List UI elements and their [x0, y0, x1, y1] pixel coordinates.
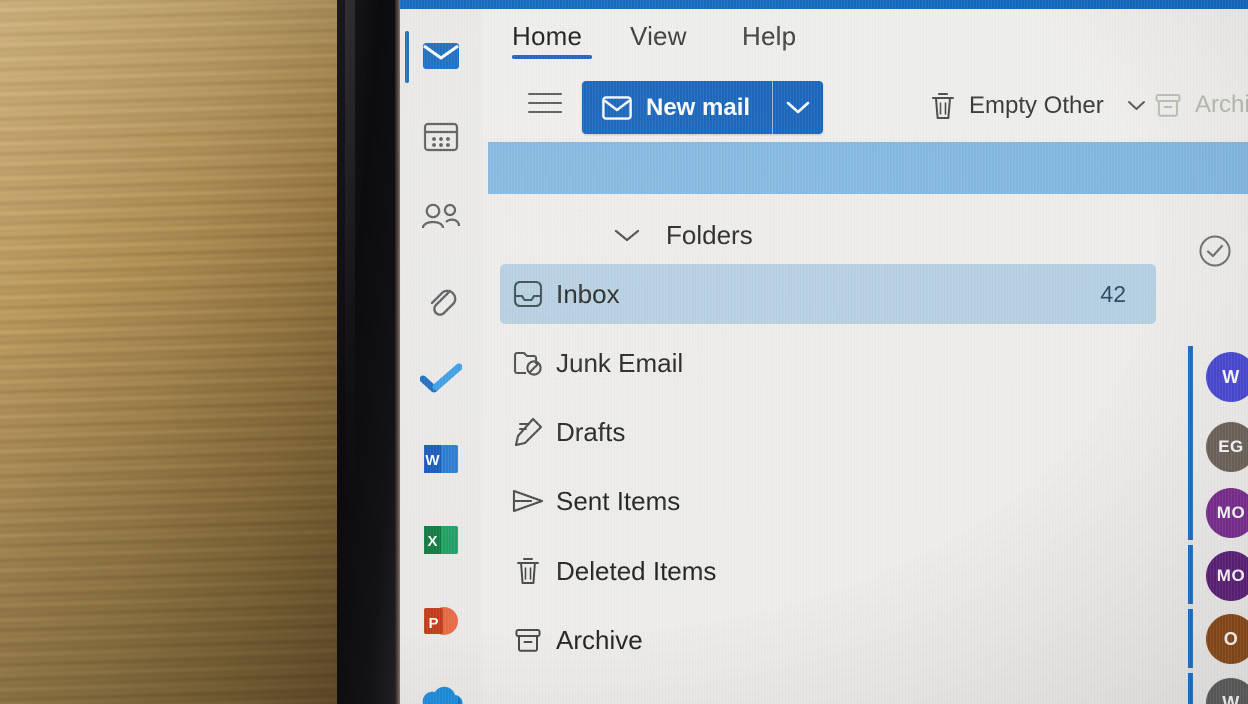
- app-rail-item-excel[interactable]: X: [400, 512, 482, 568]
- calendar-icon: [423, 122, 459, 152]
- archive-label: Archive: [1195, 91, 1248, 118]
- folder-item-sent-items-label: Sent Items: [556, 485, 681, 516]
- message-list-rule-gap: [1188, 668, 1193, 673]
- folder-item-drafts[interactable]: Drafts: [500, 402, 1156, 462]
- tab-home[interactable]: Home: [512, 21, 582, 52]
- avatar[interactable]: O: [1206, 614, 1248, 664]
- tab-home-underline: [512, 55, 592, 59]
- archive-box-icon: [500, 626, 556, 654]
- ribbon-toolbar: New mail Empty Other Archi: [482, 69, 1248, 138]
- folder-item-drafts-label: Drafts: [556, 416, 626, 447]
- avatar[interactable]: W: [1206, 678, 1248, 704]
- check-circle-icon: [1199, 235, 1231, 267]
- tab-help[interactable]: Help: [742, 21, 796, 52]
- wooden-desk-surface: [0, 0, 345, 704]
- svg-text:X: X: [427, 533, 437, 550]
- select-all-button[interactable]: [1198, 234, 1232, 273]
- cloud-icon: [422, 686, 463, 704]
- chevron-down-icon: [614, 229, 640, 241]
- avatar[interactable]: W: [1206, 352, 1248, 402]
- message-list-pane: W EG MO MO O W: [1184, 194, 1248, 704]
- paperclip-icon: [430, 289, 457, 316]
- archive-button[interactable]: Archive: [1154, 91, 1248, 119]
- app-rail-item-calendar[interactable]: [400, 108, 482, 164]
- folders-section-header[interactable]: Folders: [614, 220, 753, 251]
- folder-item-deleted-items-label: Deleted Items: [556, 555, 717, 586]
- folders-header-label: Folders: [666, 220, 753, 250]
- trash-icon: [500, 556, 556, 586]
- empty-other-button[interactable]: Empty Other: [930, 91, 1146, 121]
- avatar-initials: MO: [1216, 566, 1246, 585]
- app-rail-item-mail[interactable]: [400, 28, 482, 84]
- message-list-rule-gap: [1188, 604, 1193, 609]
- tab-view[interactable]: View: [630, 21, 687, 52]
- photo-scene: W X P Home View Help New mail Empty Othe…: [0, 0, 1248, 704]
- monitor-bezel-highlight: [345, 0, 355, 704]
- svg-text:P: P: [428, 615, 438, 632]
- folder-item-archive[interactable]: Archive: [500, 610, 1156, 670]
- send-icon: [500, 488, 556, 514]
- app-rail-item-word[interactable]: W: [400, 431, 482, 487]
- message-list-rule-gap: [1188, 540, 1193, 545]
- outlook-application-window: W X P Home View Help New mail Empty Othe…: [400, 0, 1248, 704]
- new-mail-button[interactable]: New mail: [582, 81, 824, 134]
- folder-item-inbox-count: 42: [1100, 280, 1126, 307]
- excel-icon: X: [424, 526, 458, 554]
- pencil-icon: [500, 417, 556, 447]
- trash-icon: [932, 93, 954, 119]
- folder-item-deleted-items[interactable]: Deleted Items: [500, 541, 1156, 601]
- avatar-initials: MO: [1216, 503, 1246, 522]
- window-titlebar: [400, 0, 1248, 9]
- folder-item-inbox-label: Inbox: [556, 278, 620, 309]
- junk-folder-icon: [500, 349, 556, 377]
- check-icon: [420, 363, 462, 393]
- app-rail-item-onedrive[interactable]: [400, 672, 482, 704]
- archive-box-icon: [1155, 94, 1181, 117]
- mail-icon: [423, 43, 459, 69]
- app-rail-item-people[interactable]: [400, 189, 482, 245]
- folder-item-junk-email[interactable]: Junk Email: [500, 333, 1156, 393]
- folder-item-inbox[interactable]: Inbox 42: [500, 264, 1156, 324]
- powerpoint-icon: P: [424, 607, 458, 635]
- folder-item-archive-label: Archive: [556, 624, 643, 655]
- hamburger-icon[interactable]: [528, 93, 562, 115]
- ribbon-tab-strip: Home View Help: [482, 9, 1248, 69]
- app-rail-item-powerpoint[interactable]: P: [400, 593, 482, 649]
- notification-banner[interactable]: [488, 142, 1248, 194]
- svg-text:W: W: [425, 452, 440, 469]
- app-rail-item-todo[interactable]: [400, 350, 482, 406]
- inbox-icon: [500, 279, 556, 309]
- folder-item-sent-items[interactable]: Sent Items: [500, 471, 1156, 531]
- new-mail-button-main[interactable]: New mail: [582, 81, 772, 134]
- new-mail-dropdown-button[interactable]: [773, 81, 823, 134]
- chevron-down-icon: [786, 101, 810, 113]
- avatar-initials: W: [1222, 366, 1240, 387]
- new-mail-label: New mail: [646, 93, 751, 121]
- app-rail-item-files[interactable]: [400, 270, 482, 326]
- app-rail: W X P: [400, 9, 482, 704]
- avatar-initials: O: [1223, 628, 1239, 649]
- chevron-down-icon: [1127, 101, 1145, 110]
- people-icon: [421, 203, 461, 229]
- word-icon: W: [424, 445, 458, 473]
- message-list-selection-rule: [1188, 346, 1193, 704]
- folder-pane: Folders Inbox 42 Junk Email Drafts Sent …: [482, 194, 1182, 704]
- avatar[interactable]: MO: [1206, 551, 1248, 601]
- avatar[interactable]: MO: [1206, 488, 1248, 538]
- envelope-icon: [602, 95, 632, 120]
- avatar[interactable]: EG: [1206, 422, 1248, 472]
- folder-item-junk-email-label: Junk Email: [556, 347, 684, 378]
- avatar-initials: W: [1222, 692, 1240, 704]
- avatar-initials: EG: [1218, 437, 1244, 456]
- empty-other-label: Empty Other: [969, 92, 1104, 119]
